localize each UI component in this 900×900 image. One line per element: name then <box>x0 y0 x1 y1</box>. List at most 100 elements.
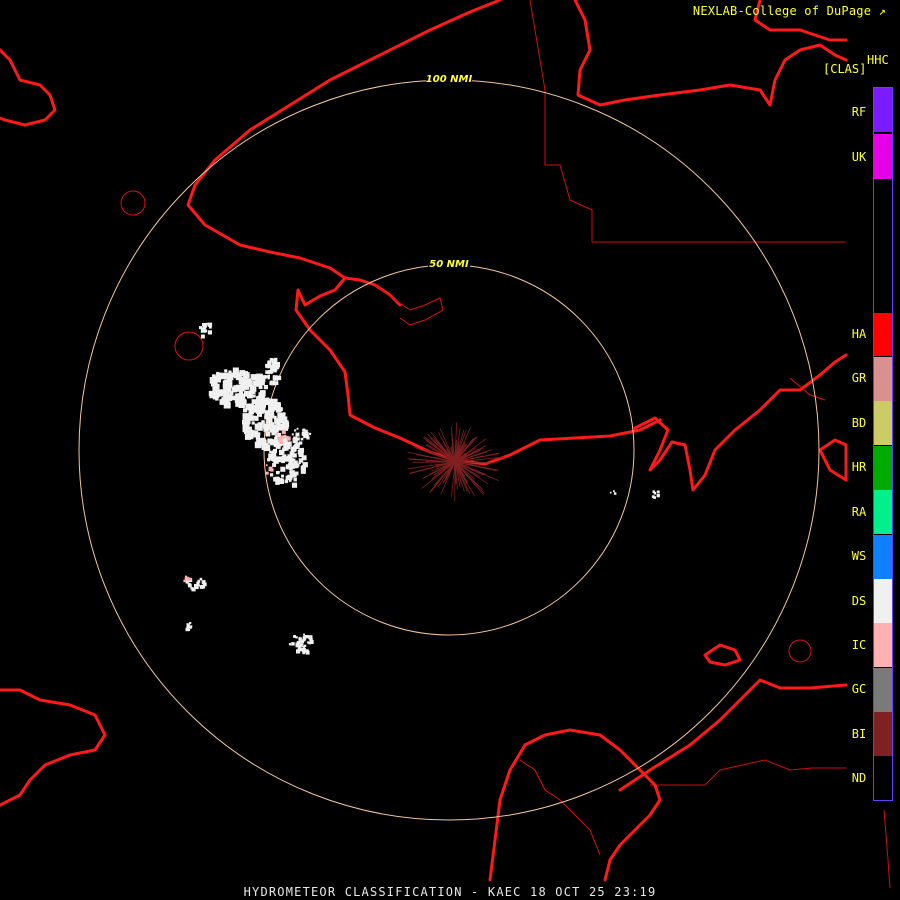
legend-swatch-ha <box>874 313 892 356</box>
echo-pixel <box>298 636 301 639</box>
echo-pixel <box>276 375 282 381</box>
echo-pixel <box>231 386 238 393</box>
shoreline-detail <box>120 190 826 856</box>
echo-pixel <box>286 465 290 470</box>
echo-pixel <box>295 636 298 639</box>
echo-pixel <box>299 643 304 647</box>
echo-pixel <box>308 432 312 435</box>
lake-outline <box>788 639 812 663</box>
product-footer: HYDROMETEOR CLASSIFICATION - KAEC 18 OCT… <box>243 885 657 899</box>
echo-pixel <box>197 584 200 587</box>
echo-pixel <box>251 386 257 392</box>
echo-pixel <box>304 430 307 433</box>
echo-pixel <box>268 466 273 471</box>
echo-pixel <box>202 581 205 584</box>
echo-pixel <box>294 440 298 444</box>
echo-pixel <box>255 401 259 405</box>
echo-pixel <box>295 643 300 648</box>
echo-pixel <box>227 387 232 392</box>
echo-pixel <box>284 479 289 484</box>
legend-label-gr: GR <box>851 371 867 385</box>
echo-pixel <box>267 458 271 462</box>
echo-pixel <box>201 328 205 332</box>
legend-label-bd: BD <box>851 416 867 430</box>
legend-label-ra: RA <box>851 505 867 519</box>
legend-label-rf: RF <box>851 105 867 119</box>
echo-pixel <box>188 583 192 588</box>
border-line <box>650 759 846 786</box>
echo-pixel <box>246 422 250 426</box>
echo-pixel <box>266 423 272 429</box>
legend-swatch-ws <box>874 535 892 579</box>
echo-pixel <box>194 584 199 589</box>
echo-pixel <box>290 457 294 462</box>
range-ring-50nmi <box>263 264 635 636</box>
echo-pixel <box>269 428 274 433</box>
echo-pixel <box>308 635 313 640</box>
echo-pixel <box>200 334 205 339</box>
echo-pixel <box>296 437 300 441</box>
echo-pixel <box>263 444 271 452</box>
echo-pixel <box>270 407 275 412</box>
echo-pixel <box>261 420 265 424</box>
echo-pixel <box>186 626 189 629</box>
legend-label-bi: BI <box>851 727 867 741</box>
echo-pixel <box>265 471 269 475</box>
echo-pixel <box>298 458 304 463</box>
echo-pixel <box>281 459 285 464</box>
echo-pixel <box>274 381 279 385</box>
echo-pixel <box>251 421 255 425</box>
echo-pixel <box>270 441 275 446</box>
echo-pixel <box>289 470 295 476</box>
echo-pixel <box>271 398 278 405</box>
legend-label-ws: WS <box>851 549 867 563</box>
echo-pixel <box>303 644 307 648</box>
echo-pixel <box>268 453 274 459</box>
legend-swatch-bd <box>874 401 892 445</box>
echo-pixel <box>280 466 286 472</box>
echo-pixel <box>224 379 230 385</box>
echo-pixel <box>278 478 284 484</box>
echo-pixel <box>219 399 226 405</box>
range-rings <box>78 79 820 821</box>
echo-pixel <box>271 359 277 365</box>
echo-pixel <box>277 436 280 440</box>
echo-pixel <box>609 491 612 494</box>
coastline-east <box>633 353 848 492</box>
echo-pixel <box>273 369 277 373</box>
echo-pixel <box>188 577 192 581</box>
border-line <box>529 0 846 243</box>
legend-label-gc: GC <box>851 682 867 696</box>
political-borders <box>529 0 891 889</box>
echo-pixel <box>266 417 273 424</box>
echo-pixel <box>256 440 262 447</box>
echo-pixel <box>275 421 281 426</box>
echo-pixel <box>293 478 297 482</box>
echo-pixel <box>290 447 294 451</box>
echo-pixel <box>308 642 311 645</box>
echo-pixel <box>254 415 258 420</box>
echo-pixel <box>256 381 262 387</box>
echo-pixel <box>248 405 252 410</box>
coastline-northwest <box>0 48 57 127</box>
echo-pixel <box>223 394 229 400</box>
echo-pixel <box>243 408 248 413</box>
external-link-icon[interactable]: ↗ <box>879 4 886 18</box>
legend-swatch-uk <box>874 134 892 179</box>
echo-pixel <box>295 432 300 437</box>
echo-pixel <box>288 643 292 646</box>
lake-outline <box>174 331 204 361</box>
echo-pixel <box>296 463 300 467</box>
echo-pixel <box>294 471 299 476</box>
legend-label-nd: ND <box>851 771 867 785</box>
echo-pixel <box>222 372 229 379</box>
island <box>818 438 848 482</box>
legend-label-ds: DS <box>851 594 867 608</box>
echo-pixel <box>293 447 297 452</box>
echo-pixel <box>246 426 252 433</box>
legend-swatch-ic <box>874 623 892 667</box>
echo-pixel <box>266 364 271 369</box>
legend-swatch-gc <box>874 668 892 712</box>
echo-pixel <box>296 427 299 430</box>
echo-pixel <box>275 407 282 413</box>
